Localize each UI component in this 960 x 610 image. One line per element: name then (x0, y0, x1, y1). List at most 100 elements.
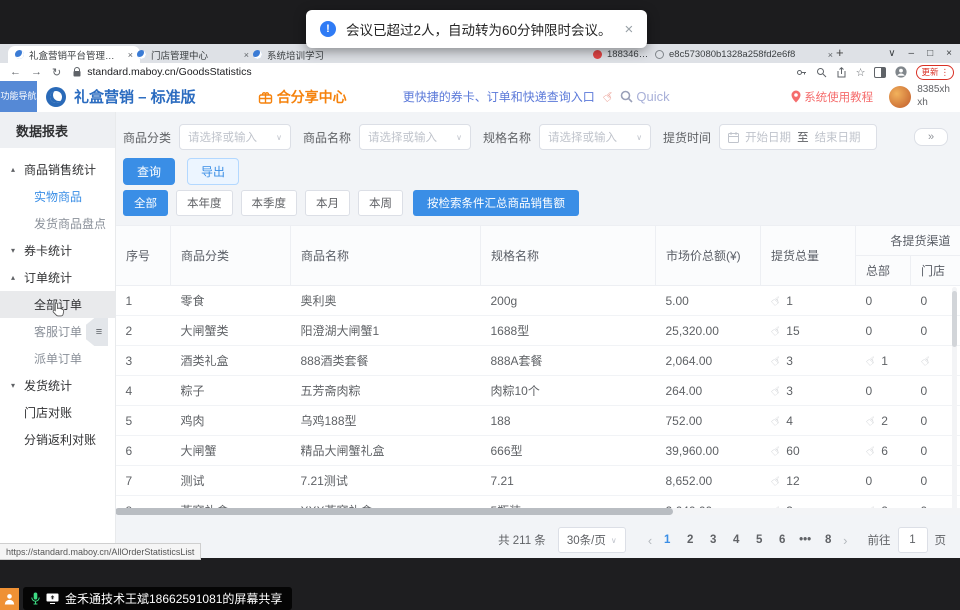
share-icon[interactable] (836, 67, 847, 78)
cell-amount: 264.00 (656, 376, 761, 406)
zoom-icon[interactable] (816, 67, 827, 78)
page-size-value: 30条/页 (567, 532, 606, 548)
reload-button[interactable]: ↻ (52, 66, 61, 79)
calendar-icon (728, 132, 739, 143)
new-tab-button[interactable]: + (836, 45, 844, 60)
back-button[interactable]: ← (10, 66, 21, 78)
notification-close-icon[interactable]: × (625, 21, 634, 38)
app-logo-icon (46, 87, 66, 107)
expand-filters-button[interactable]: » (914, 128, 948, 146)
prev-page-button[interactable]: ‹ (648, 533, 652, 548)
cell-value: 60 (786, 444, 799, 458)
goto-page-input[interactable]: 1 (898, 527, 928, 553)
sidebar-item[interactable]: 分销返利对账 (0, 426, 115, 453)
pick-hand-icon[interactable]: ☞ (767, 322, 784, 340)
forward-button[interactable]: → (31, 66, 42, 78)
vertical-scrollbar-thumb[interactable] (952, 291, 957, 347)
pagination: 共 211 条 30条/页 ∨ ‹ 123456•••8 › 前往 1 页 (498, 527, 946, 553)
tab-search-chevron-icon[interactable]: ∨ (888, 48, 895, 59)
mouse-cursor-icon (52, 302, 65, 317)
pick-hand-icon[interactable]: ☞ (862, 352, 879, 370)
quick-entry[interactable]: 更快捷的券卡、订单和快递查询入口 ☞ Quick (403, 88, 670, 105)
pick-hand-icon[interactable]: ☞ (767, 382, 784, 400)
spec-select[interactable]: 请选择或输入 ∨ (539, 124, 651, 150)
browser-tab-meeting[interactable]: 18834660 (586, 46, 656, 63)
cell-name: 888酒类套餐 (291, 346, 481, 376)
pick-hand-icon[interactable]: ☞ (767, 292, 784, 310)
page-number[interactable]: 6 (775, 534, 789, 546)
share-center-link[interactable]: 合分享中心 (258, 87, 347, 107)
bookmark-star-icon[interactable]: ☆ (856, 66, 866, 79)
sidebar-item[interactable]: 派单订单 (0, 345, 115, 372)
quick-search-icon (620, 90, 633, 103)
export-button[interactable]: 导出 (187, 158, 239, 185)
range-tab[interactable]: 全部 (123, 190, 168, 216)
horizontal-scrollbar[interactable] (115, 508, 960, 515)
horizontal-scrollbar-thumb[interactable] (115, 508, 673, 515)
page-number[interactable]: 2 (683, 534, 697, 546)
page-size-select[interactable]: 30条/页 ∨ (558, 527, 626, 553)
window-close-button[interactable]: × (946, 48, 952, 59)
range-tab[interactable]: 本年度 (176, 190, 233, 216)
page-number[interactable]: ••• (798, 534, 812, 546)
pick-hand-icon[interactable]: ☞ (862, 442, 879, 460)
page-number[interactable]: 4 (729, 534, 743, 546)
sidebar-item[interactable]: 实物商品 (0, 183, 115, 210)
summary-button[interactable]: 按检索条件汇总商品销售额 (413, 190, 579, 216)
window-minimize-button[interactable]: – (909, 48, 915, 59)
tab-close-icon[interactable]: × (828, 50, 833, 60)
cell-amount: 5.00 (656, 286, 761, 316)
page-number[interactable]: 8 (821, 534, 835, 546)
browser-tab-hash[interactable]: e8c573080b1328a258fd2e6f8 × (648, 46, 840, 63)
cell-spec: 200g (481, 286, 656, 316)
browser-menu-icon[interactable]: ⋮ (941, 67, 950, 78)
pick-hand-icon[interactable]: ☞ (767, 472, 784, 490)
sidebar-item[interactable]: 门店对账 (0, 399, 115, 426)
sidebar-item[interactable]: ▴商品销售统计 (0, 156, 115, 183)
page-number[interactable]: 5 (752, 534, 766, 546)
cell-pick: ☞4 (761, 406, 856, 436)
sidebar-item[interactable]: ▾发货统计 (0, 372, 115, 399)
cell-name: 奥利奥 (291, 286, 481, 316)
table-row: 3酒类礼盒888酒类套餐888A套餐2,064.00☞3☞1☞ (116, 346, 960, 376)
url-text[interactable]: standard.maboy.cn/GoodsStatistics (87, 66, 251, 78)
page-number[interactable]: 1 (660, 534, 674, 546)
tutorial-link[interactable]: 系统使用教程 (791, 89, 873, 105)
tab-title: 门店管理中心 (151, 48, 238, 62)
sidebar-item[interactable]: ▾券卡统计 (0, 237, 115, 264)
range-tab[interactable]: 本季度 (241, 190, 298, 216)
browser-tab-store-admin[interactable]: 门店管理中心 × (130, 46, 256, 63)
pick-hand-icon[interactable]: ☞ (767, 442, 784, 460)
category-select[interactable]: 请选择或输入 ∨ (179, 124, 291, 150)
user-avatar[interactable] (889, 86, 911, 108)
side-panel-icon[interactable] (874, 67, 886, 78)
cell-pick: ☞12 (761, 466, 856, 496)
vertical-scrollbar[interactable] (952, 287, 957, 513)
function-nav-toggle[interactable]: 功能导航 (0, 81, 37, 112)
sidebar-item[interactable]: 发货商品盘点 (0, 210, 115, 237)
query-button[interactable]: 查询 (123, 158, 175, 185)
cell-category: 测试 (171, 466, 291, 496)
pick-hand-icon[interactable]: ☞ (917, 352, 934, 370)
browser-update-button[interactable]: 更新 ⋮ (916, 65, 954, 80)
window-maximize-button[interactable]: □ (927, 48, 933, 59)
pick-hand-icon[interactable]: ☞ (767, 352, 784, 370)
name-select[interactable]: 请选择或输入 ∨ (359, 124, 471, 150)
page-number[interactable]: 3 (706, 534, 720, 546)
browser-tab-training[interactable]: 系统培训学习 (246, 46, 372, 63)
screen-share-icon (46, 593, 59, 604)
sidebar-collapse-handle[interactable]: ≡ (86, 318, 108, 346)
globe-icon (655, 50, 664, 59)
browser-tab-gift-admin[interactable]: 礼盒营销平台管理中心 × (8, 46, 140, 63)
sidebar-item[interactable]: ▴订单统计 (0, 264, 115, 291)
pick-hand-icon[interactable]: ☞ (767, 412, 784, 430)
pick-hand-icon[interactable]: ☞ (862, 412, 879, 430)
window-controls: ∨ – □ × (888, 44, 952, 63)
profile-icon[interactable] (895, 66, 907, 78)
next-page-button[interactable]: › (843, 533, 847, 548)
range-tab[interactable]: 本周 (358, 190, 403, 216)
page-unit-label: 页 (935, 532, 947, 548)
key-icon[interactable] (796, 67, 807, 78)
date-range-picker[interactable]: 开始日期 至 结束日期 (719, 124, 877, 150)
range-tab[interactable]: 本月 (305, 190, 350, 216)
